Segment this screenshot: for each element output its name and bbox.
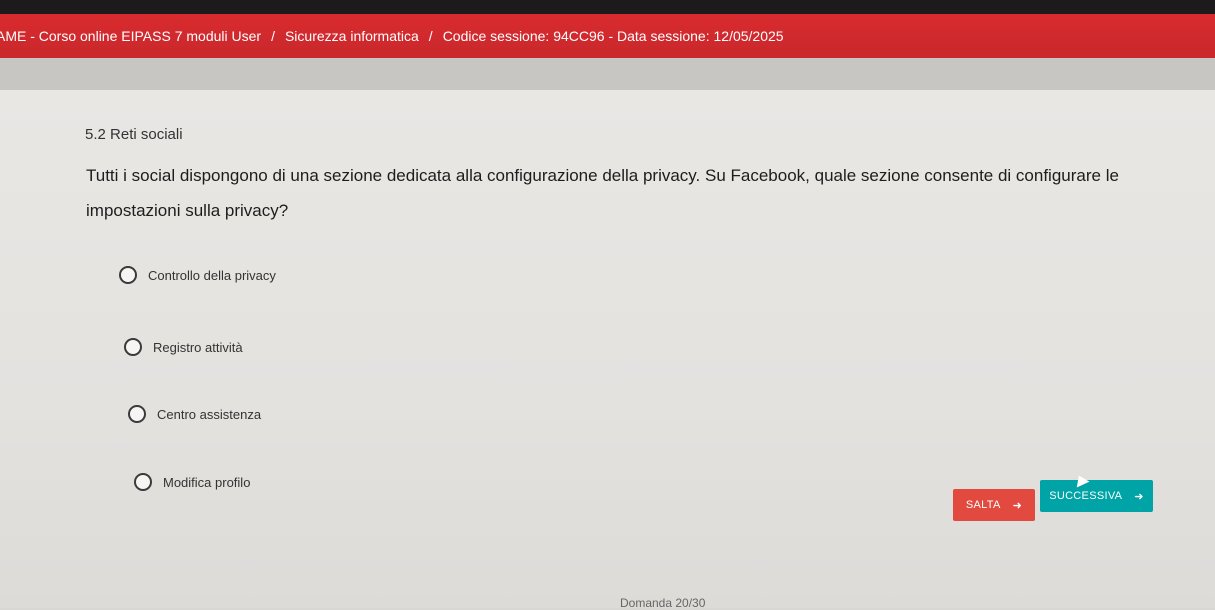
question-text: Tutti i social dispongono di una sezione… [86, 166, 1119, 220]
answer-option-2[interactable]: Registro attività [124, 338, 243, 356]
answer-label: Modifica profilo [163, 474, 251, 490]
skip-button[interactable]: SALTA ➜ [953, 489, 1035, 521]
next-button[interactable]: SUCCESSIVA ➜ [1040, 480, 1153, 512]
section-title: 5.2 Reti sociali [85, 126, 183, 143]
course-header: AME - Corso online EIPASS 7 moduli User /… [0, 14, 1215, 58]
toolbar-band [0, 58, 1215, 90]
breadcrumb-separator: / [271, 28, 275, 44]
breadcrumb-course[interactable]: AME - Corso online EIPASS 7 moduli User [0, 14, 261, 58]
radio-button[interactable] [124, 338, 142, 356]
answer-option-1[interactable]: Controllo della privacy [119, 266, 276, 284]
arrow-right-icon: ➜ [1134, 490, 1144, 503]
answer-label: Centro assistenza [157, 406, 262, 422]
answer-label: Controllo della privacy [148, 267, 276, 283]
radio-button[interactable] [119, 266, 137, 284]
answer-option-3[interactable]: Centro assistenza [128, 405, 261, 423]
answer-option-4[interactable]: Modifica profilo [134, 473, 250, 491]
breadcrumb-session: Codice sessione: 94CC96 - Data sessione:… [442, 28, 784, 44]
breadcrumb-separator: / [428, 28, 433, 44]
arrow-right-icon: ➜ [1012, 499, 1023, 512]
top-strip [0, 0, 1215, 14]
next-label: SUCCESSIVA [1049, 490, 1123, 502]
radio-button[interactable] [134, 473, 152, 491]
answer-label: Registro attività [153, 339, 243, 355]
skip-label: SALTA [965, 499, 1001, 511]
breadcrumb-module[interactable]: Sicurezza informatica [285, 14, 419, 58]
radio-button[interactable] [128, 405, 146, 423]
